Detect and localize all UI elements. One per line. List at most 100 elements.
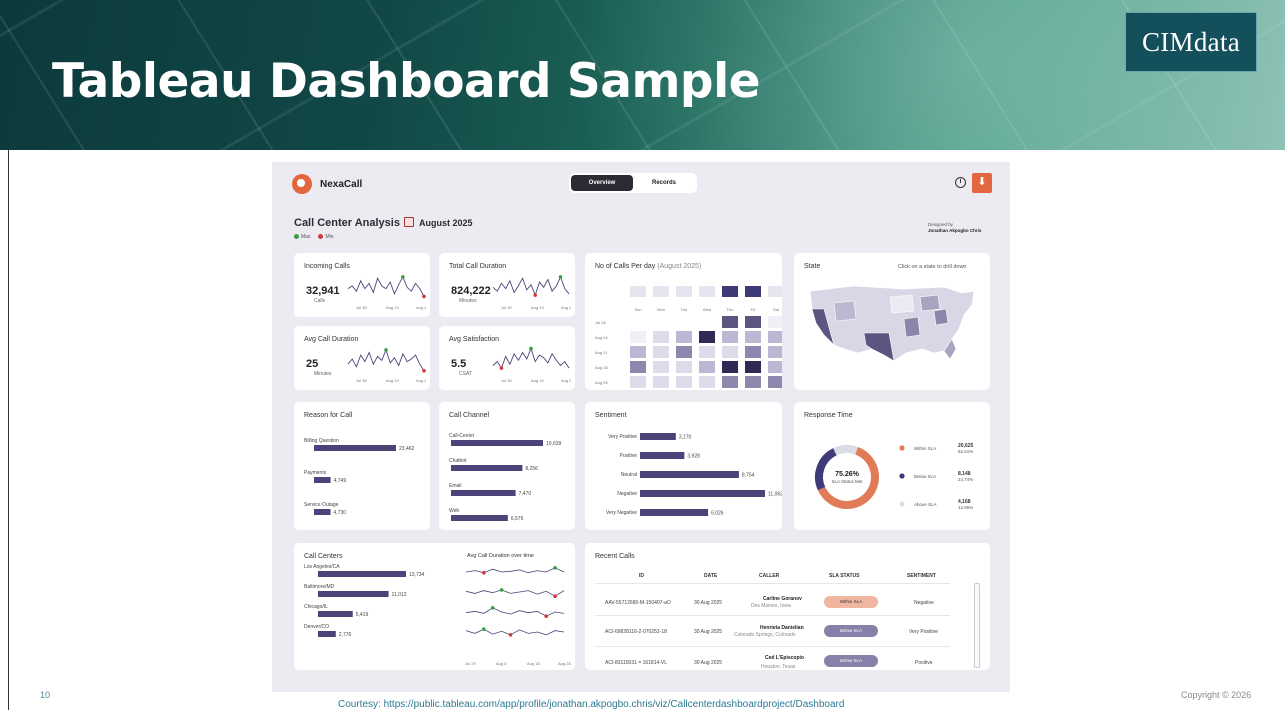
tab-overview[interactable]: Overview (571, 175, 633, 191)
min-marker (422, 294, 426, 299)
heatmap-cell (653, 361, 669, 373)
trend-line (465, 628, 565, 636)
bar-label: Denver/CO (304, 624, 329, 630)
legend-max: Max (294, 234, 310, 240)
bar (451, 515, 508, 521)
call-centers-chart[interactable]: Los Angeles/CA 13,734 Baltimore/MD 11,012 Ch… (294, 543, 575, 670)
slide: Tableau Dashboard Sample CIMdata NexaCal… (0, 0, 1285, 721)
us-state-map[interactable] (794, 253, 990, 390)
bar (318, 631, 336, 637)
day-label: Fri (751, 307, 756, 312)
download-button[interactable]: ⬇ (972, 173, 992, 193)
col-header-id[interactable]: ID (639, 573, 644, 579)
max-marker (490, 606, 495, 610)
info-icon[interactable]: i (955, 177, 966, 188)
col-header-date[interactable]: DATE (704, 573, 717, 579)
bar-value: 3,928 (687, 454, 700, 460)
heatmap-cell (676, 346, 692, 358)
legend-percent: 12.65% (958, 505, 973, 510)
reason-bar-chart[interactable]: Billing Question 23,462 Payments 4,749 Servi… (294, 402, 430, 530)
day-total-cell (676, 286, 692, 297)
kpi-title: Incoming Calls (304, 263, 350, 270)
bar-value: 8,256 (525, 466, 538, 472)
sla-status-badge: Below SLA (824, 655, 878, 667)
kpi-card-total-call-duration[interactable]: Total Call Duration 824,222 Minutes Jul … (439, 253, 575, 317)
heatmap-cell (768, 361, 782, 373)
week-label: Jul 28 (595, 320, 606, 325)
sparkline-path (492, 275, 570, 297)
sla-status-badge: Within SLA (824, 596, 878, 608)
max-marker (553, 566, 557, 570)
axis-tick-label: Aug 13 (386, 305, 399, 310)
brand[interactable]: NexaCall (292, 174, 362, 194)
heatmap-cell (630, 361, 646, 373)
day-label: Wed (703, 307, 711, 312)
bar-value: 8,754 (742, 473, 755, 479)
table-scrollbar[interactable] (974, 583, 980, 668)
tab-records[interactable]: Records (633, 175, 695, 191)
axis-tick-label: Aug 13 (531, 305, 544, 310)
sentiment-card[interactable]: Sentiment Very Positive 3,170 Positive 3,92… (585, 402, 782, 530)
row-caller: Ced L'Episcopio (765, 655, 804, 661)
legend-min: Min (318, 234, 334, 240)
row-date: 30 Aug 2025 (694, 600, 723, 606)
week-label: Aug 25 (595, 380, 608, 385)
channel-bar-chart[interactable]: Call-Center 10,639 Chatbot 8,256 Email 7,470 W… (439, 402, 575, 530)
day-total-cell (630, 286, 646, 297)
heatmap-cell (745, 316, 761, 328)
axis-tick-label: Jul 29 (465, 661, 476, 666)
bar-value: 3,170 (679, 435, 692, 441)
page-number: 10 (40, 690, 51, 700)
calls-per-day-heatmap[interactable]: Sun Mon Tue Wed Thu Fri Sat Jul 28 Aug 04 Aug 11 A… (585, 253, 782, 390)
donut-center-value: 75.26% (835, 471, 860, 478)
state-map-card[interactable]: State Click on a state to drill down (794, 253, 990, 390)
bar-value: 11,012 (392, 592, 407, 598)
response-time-donut[interactable]: 75.26%SLA Status MetWithin SLA 20,62562.6… (794, 402, 990, 530)
left-divider (8, 150, 9, 710)
axis-tick-label: Aug 27 (561, 305, 571, 310)
recent-calls-card[interactable]: Recent Calls ID DATE CALLER SLA STATUS S… (585, 543, 990, 670)
day-label: Mon (657, 307, 665, 312)
call-centers-card[interactable]: Call Centers Avg Call Duration over time… (294, 543, 575, 670)
kpi-card-incoming-calls[interactable]: Incoming Calls 32,941 Calls Jul 30 Aug 13… (294, 253, 430, 317)
bar-label: Negative (617, 491, 637, 497)
heatmap-cell (653, 331, 669, 343)
legend-label: Within SLA (914, 446, 936, 451)
day-total-cell (745, 286, 761, 297)
row-date: 30 Aug 2025 (694, 660, 723, 666)
download-icon: ⬇ (977, 176, 987, 188)
row-date: 30 Aug 2025 (694, 629, 723, 635)
min-marker (482, 570, 486, 575)
kpi-value: 824,222 (451, 285, 491, 297)
page-title: Call Center Analysis (294, 217, 400, 229)
calendar-icon[interactable] (404, 217, 414, 227)
bar-value: 13,734 (409, 572, 425, 578)
courtesy-link[interactable]: Courtesy: https://public.tableau.com/app… (338, 699, 844, 710)
col-header-sla-status[interactable]: SLA STATUS (829, 573, 859, 579)
heatmap-cell (745, 361, 761, 373)
response-time-card[interactable]: Response Time 75.26% SLA Status Met Within… (794, 402, 990, 530)
reason-for-call-card[interactable]: Reason for Call Billing Question 23,462 Pa… (294, 402, 430, 530)
week-label: Aug 11 (595, 350, 608, 355)
cimdata-logo: CIMdata (1125, 12, 1257, 72)
row-sentiment: Positive (915, 660, 933, 666)
col-header-sentiment[interactable]: SENTIMENT (907, 573, 936, 579)
bar-label: Web (449, 508, 459, 514)
row-caller: Carline Goranov (763, 596, 802, 602)
bar (451, 465, 523, 471)
heatmap-cell (768, 316, 782, 328)
legend-percent: 62.61% (958, 449, 973, 454)
legend-swatch (899, 445, 905, 451)
kpi-card-avg-call-duration[interactable]: Avg Call Duration 25 Minutes Jul 30 Aug 1… (294, 326, 430, 390)
month-label[interactable]: August 2025 (419, 218, 473, 228)
call-channel-card[interactable]: Call Channel Call-Center 10,639 Chatbot 8,2… (439, 402, 575, 530)
max-marker (529, 346, 533, 351)
col-header-caller[interactable]: CALLER (759, 573, 779, 579)
copyright: Copyright © 2026 (1181, 690, 1252, 700)
kpi-card-avg-satisfaction[interactable]: Avg Satisfaction 5.5 CSAT Jul 30 Aug 14 Au… (439, 326, 575, 390)
sentiment-bar-chart[interactable]: Very Positive 3,170 Positive 3,928 Neutral 8,… (585, 402, 782, 530)
heatmap-cell (676, 376, 692, 388)
logo-text: CIMdata (1141, 26, 1241, 57)
calls-per-day-card[interactable]: No of Calls Per day (August 2025) Sun Mon… (585, 253, 782, 390)
min-marker (544, 614, 548, 618)
